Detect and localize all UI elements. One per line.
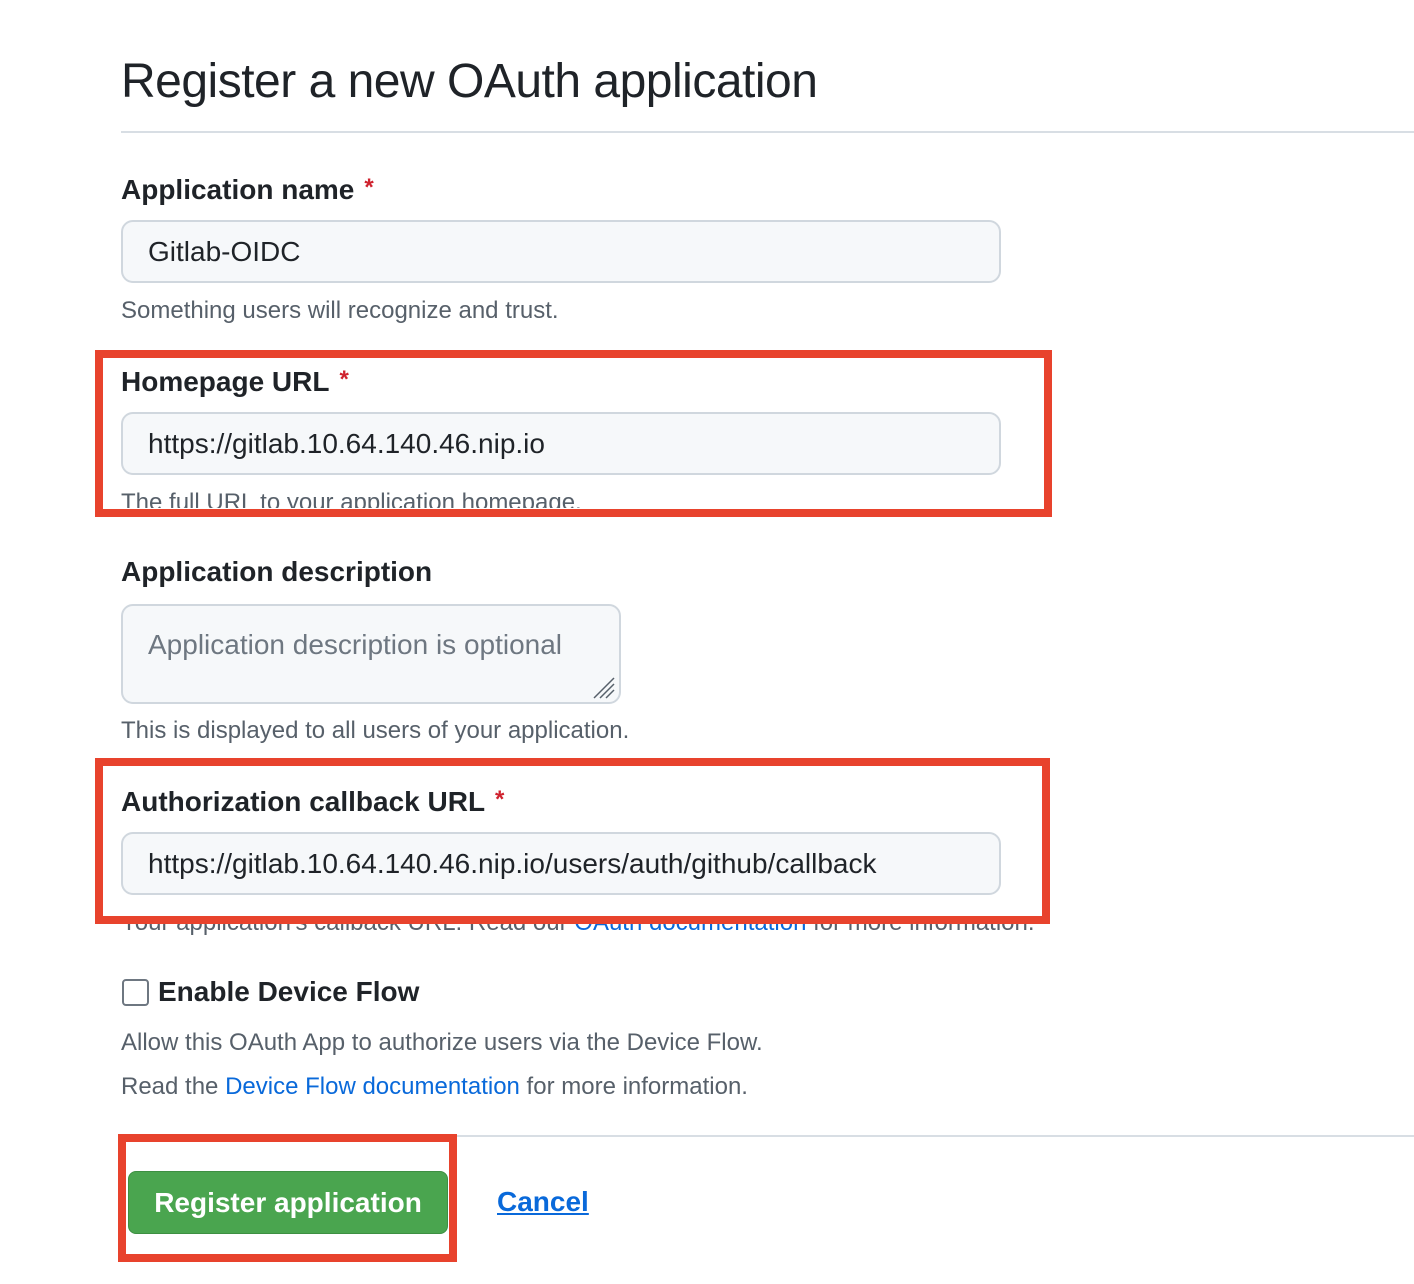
- callback-url-input[interactable]: [121, 832, 1001, 895]
- app-name-label: Application name *: [121, 171, 374, 207]
- homepage-url-input[interactable]: [121, 412, 1001, 475]
- callback-highlight-mask: [103, 896, 1042, 916]
- actions-divider: [121, 1135, 1414, 1137]
- callback-url-label-text: Authorization callback URL: [121, 786, 486, 817]
- app-name-label-text: Application name: [121, 174, 355, 205]
- required-mark: *: [339, 366, 349, 393]
- device-flow-note: Allow this OAuth App to authorize users …: [121, 1029, 763, 1056]
- description-textarea[interactable]: [121, 604, 621, 704]
- homepage-url-note: The full URL to your application homepag…: [121, 488, 582, 508]
- description-label: Application description: [121, 556, 433, 587]
- homepage-url-note-text: The full URL to your application homepag…: [121, 489, 582, 508]
- homepage-url-label-text: Homepage URL: [121, 366, 330, 397]
- device-flow-read-suffix: for more information.: [519, 1073, 748, 1100]
- resize-grip-icon[interactable]: [590, 674, 616, 700]
- title-divider: [121, 131, 1414, 133]
- homepage-url-label: Homepage URL *: [121, 363, 349, 399]
- page-title: Register a new OAuth application: [121, 55, 818, 108]
- description-note: This is displayed to all users of your a…: [121, 717, 630, 744]
- device-flow-label[interactable]: Enable Device Flow: [158, 975, 419, 1009]
- device-flow-read-note: Read the Device Flow documentation for m…: [121, 1072, 748, 1102]
- cancel-button[interactable]: Cancel: [497, 1185, 589, 1219]
- register-application-button[interactable]: Register application: [128, 1171, 448, 1234]
- callback-url-label: Authorization callback URL *: [121, 783, 504, 819]
- required-mark: *: [364, 174, 374, 201]
- device-flow-documentation-link[interactable]: Device Flow documentation: [225, 1073, 520, 1100]
- device-flow-read-prefix: Read the: [121, 1073, 226, 1100]
- required-mark: *: [495, 786, 505, 813]
- app-name-input[interactable]: [121, 220, 1001, 283]
- device-flow-checkbox[interactable]: [122, 979, 149, 1006]
- app-name-note: Something users will recognize and trust…: [121, 297, 559, 324]
